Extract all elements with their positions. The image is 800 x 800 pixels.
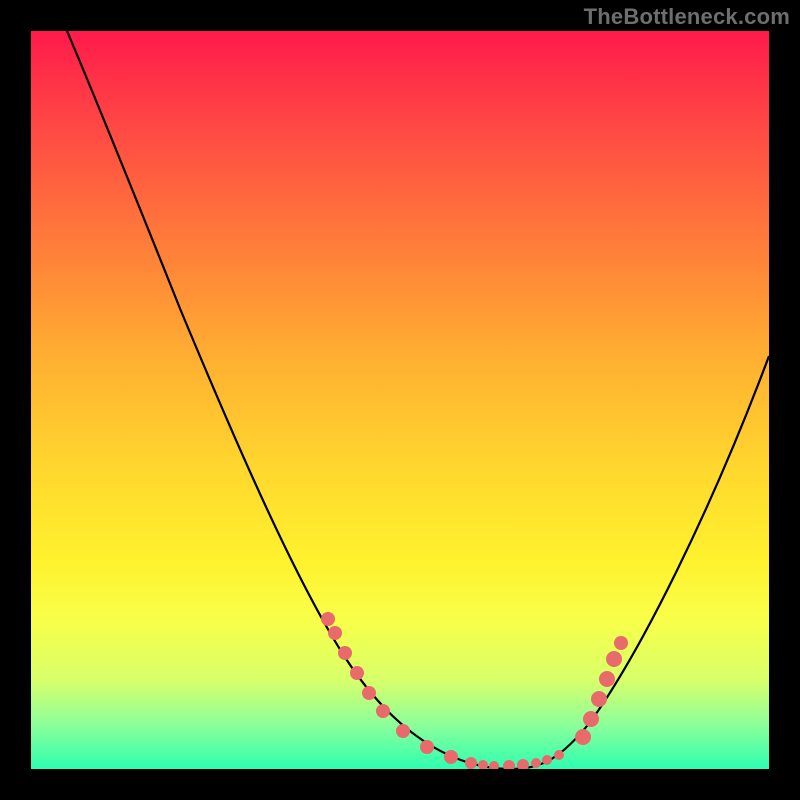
- marker-dots: [321, 612, 628, 769]
- gradient-plot-area: [31, 31, 769, 769]
- bottleneck-curve: [67, 31, 769, 769]
- watermark-text: TheBottleneck.com: [584, 4, 790, 30]
- bottleneck-curve-svg: [31, 31, 769, 769]
- outer-frame: TheBottleneck.com: [0, 0, 800, 800]
